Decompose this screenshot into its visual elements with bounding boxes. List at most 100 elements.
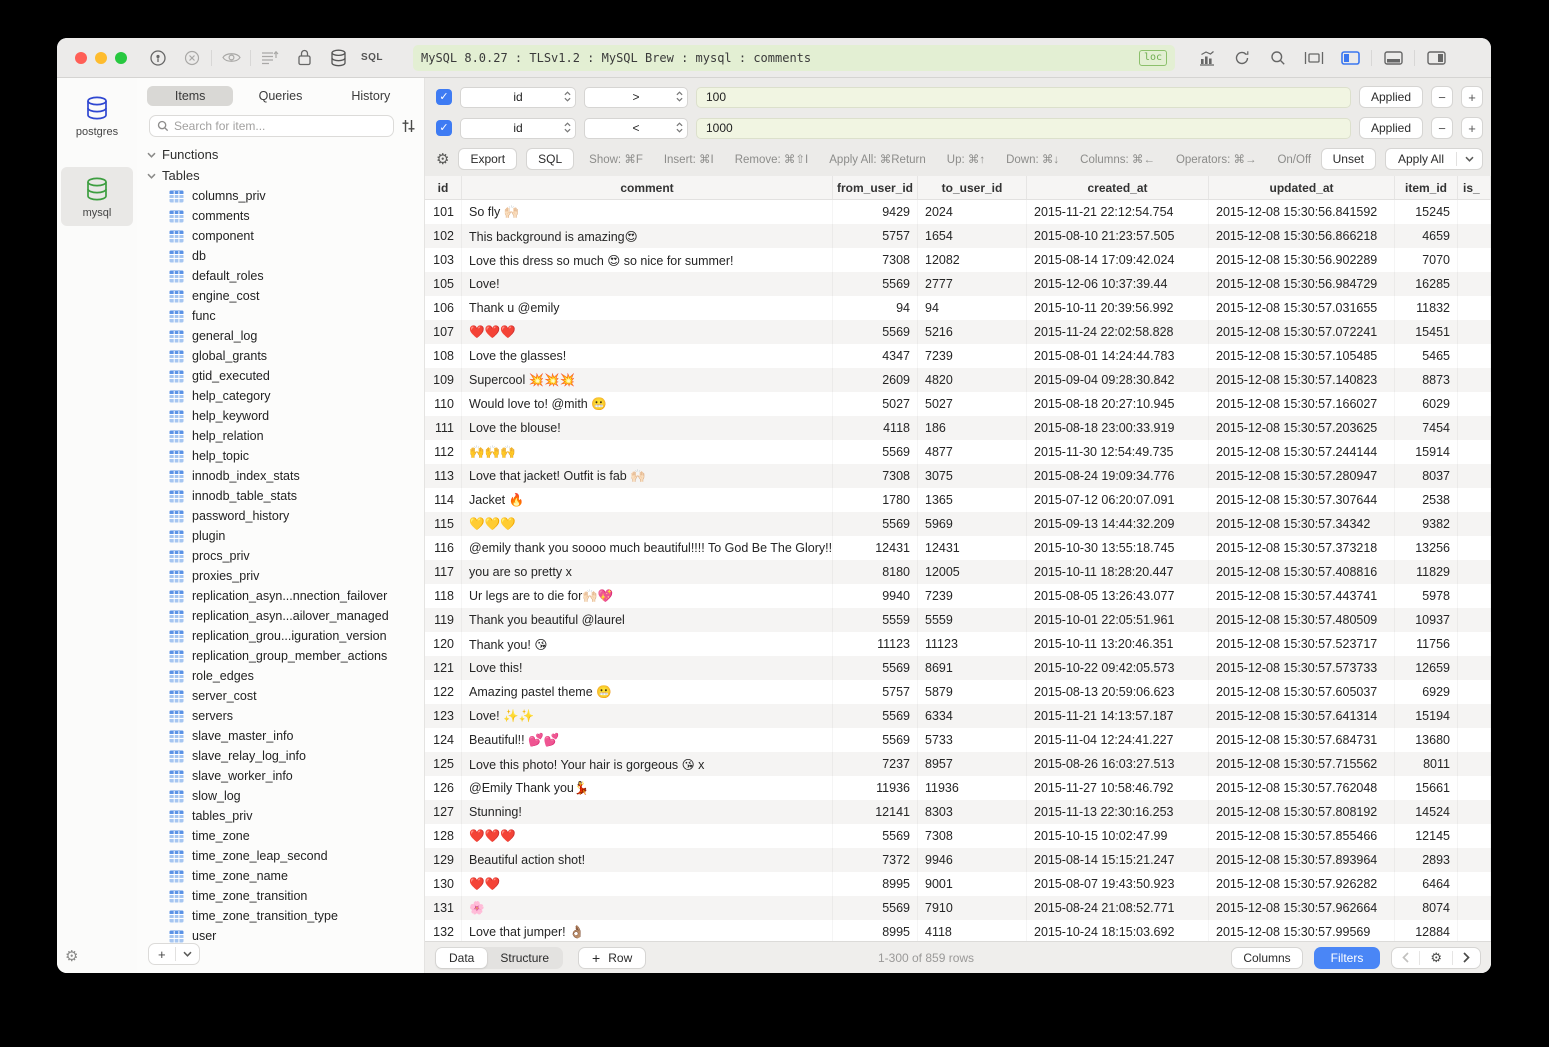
tab-structure[interactable]: Structure (487, 948, 562, 968)
cell-to_user_id[interactable]: 8957 (918, 752, 1027, 776)
table-row[interactable]: 128❤️❤️❤️556973082015-10-15 10:02:47.992… (425, 824, 1491, 848)
filter-column-select[interactable]: id (460, 118, 576, 139)
cell-updated_at[interactable]: 2015-12-08 15:30:56.902289 (1209, 248, 1395, 272)
cell-updated_at[interactable]: 2015-12-08 15:30:56.866218 (1209, 224, 1395, 248)
cell-to_user_id[interactable]: 94 (918, 296, 1027, 320)
cell-item_id[interactable]: 16285 (1395, 272, 1458, 296)
cell-updated_at[interactable]: 2015-12-08 15:30:57.605037 (1209, 680, 1395, 704)
cell-id[interactable]: 121 (425, 656, 462, 680)
cell-created_at[interactable]: 2015-08-05 13:26:43.077 (1027, 584, 1209, 608)
cell-created_at[interactable]: 2015-11-21 22:12:54.754 (1027, 200, 1209, 224)
sidebar-table-replication_grou---iguration_version[interactable]: replication_grou...iguration_version (137, 626, 424, 646)
sidebar-table-component[interactable]: component (137, 226, 424, 246)
filter-enabled-checkbox[interactable]: ✓ (436, 120, 452, 136)
cell-is_[interactable] (1458, 272, 1491, 296)
cell-updated_at[interactable]: 2015-12-08 15:30:57.408816 (1209, 560, 1395, 584)
filter-value-input[interactable]: 1000 (696, 118, 1351, 139)
cell-id[interactable]: 119 (425, 608, 462, 632)
table-row[interactable]: 125Love this photo! Your hair is gorgeou… (425, 752, 1491, 776)
cell-from_user_id[interactable]: 5757 (833, 224, 918, 248)
cell-from_user_id[interactable]: 12431 (833, 536, 918, 560)
sidebar-table-global_grants[interactable]: global_grants (137, 346, 424, 366)
cell-item_id[interactable]: 12659 (1395, 656, 1458, 680)
cell-item_id[interactable]: 11756 (1395, 632, 1458, 656)
cell-item_id[interactable]: 6464 (1395, 872, 1458, 896)
cell-comment[interactable]: Thank you beautiful @laurel (462, 608, 833, 632)
cell-comment[interactable]: Thank you! 😘 (462, 632, 833, 656)
table-row[interactable]: 105Love!556927772015-12-06 10:37:39.4420… (425, 272, 1491, 296)
filter-sliders-icon[interactable] (401, 119, 416, 133)
cell-from_user_id[interactable]: 11123 (833, 632, 918, 656)
cell-from_user_id[interactable]: 9940 (833, 584, 918, 608)
filter-operator-select[interactable]: > (584, 87, 688, 108)
apply-all-button[interactable]: Apply All (1385, 148, 1483, 170)
cell-from_user_id[interactable]: 7237 (833, 752, 918, 776)
tab-queries[interactable]: Queries (237, 86, 323, 106)
search-input[interactable]: Search for item... (149, 115, 394, 137)
cell-item_id[interactable]: 2538 (1395, 488, 1458, 512)
table-row[interactable]: 110Would love to! @mith 😬502750272015-08… (425, 392, 1491, 416)
cell-created_at[interactable]: 2015-07-12 06:20:07.091 (1027, 488, 1209, 512)
filters-button[interactable]: Filters (1314, 947, 1381, 969)
cell-created_at[interactable]: 2015-09-04 09:28:30.842 (1027, 368, 1209, 392)
table-row[interactable]: 109Supercool 💥💥💥260948202015-09-04 09:28… (425, 368, 1491, 392)
cell-to_user_id[interactable]: 4118 (918, 920, 1027, 941)
cell-from_user_id[interactable]: 8180 (833, 560, 918, 584)
sidebar-table-gtid_executed[interactable]: gtid_executed (137, 366, 424, 386)
cell-from_user_id[interactable]: 5559 (833, 608, 918, 632)
cell-is_[interactable] (1458, 320, 1491, 344)
connect-icon[interactable] (141, 45, 175, 71)
cell-is_[interactable] (1458, 800, 1491, 824)
cell-id[interactable]: 131 (425, 896, 462, 920)
cell-item_id[interactable]: 15914 (1395, 440, 1458, 464)
table-row[interactable]: 117you are so pretty x8180120052015-10-1… (425, 560, 1491, 584)
sidebar-table-help_category[interactable]: help_category (137, 386, 424, 406)
cell-is_[interactable] (1458, 416, 1491, 440)
cell-to_user_id[interactable]: 11123 (918, 632, 1027, 656)
cell-comment[interactable]: Stunning! (462, 800, 833, 824)
cell-updated_at[interactable]: 2015-12-08 15:30:57.573733 (1209, 656, 1395, 680)
sidebar-table-slow_log[interactable]: slow_log (137, 786, 424, 806)
sql-query-icon[interactable]: SQL (355, 45, 389, 71)
sidebar-table-slave_relay_log_info[interactable]: slave_relay_log_info (137, 746, 424, 766)
cell-id[interactable]: 126 (425, 776, 462, 800)
cell-from_user_id[interactable]: 9429 (833, 200, 918, 224)
cell-updated_at[interactable]: 2015-12-08 15:30:57.926282 (1209, 872, 1395, 896)
columns-button[interactable]: Columns (1231, 947, 1302, 969)
cell-updated_at[interactable]: 2015-12-08 15:30:57.893964 (1209, 848, 1395, 872)
cell-item_id[interactable]: 7454 (1395, 416, 1458, 440)
cell-updated_at[interactable]: 2015-12-08 15:30:57.641314 (1209, 704, 1395, 728)
cell-is_[interactable] (1458, 728, 1491, 752)
cell-updated_at[interactable]: 2015-12-08 15:30:57.762048 (1209, 776, 1395, 800)
sidebar-table-comments[interactable]: comments (137, 206, 424, 226)
cell-created_at[interactable]: 2015-08-13 20:59:06.623 (1027, 680, 1209, 704)
sidebar-table-replication_asyn---ailover_managed[interactable]: replication_asyn...ailover_managed (137, 606, 424, 626)
cell-item_id[interactable]: 8074 (1395, 896, 1458, 920)
table-row[interactable]: 111Love the blouse!41181862015-08-18 23:… (425, 416, 1491, 440)
cell-to_user_id[interactable]: 5733 (918, 728, 1027, 752)
sidebar-table-innodb_index_stats[interactable]: innodb_index_stats (137, 466, 424, 486)
cell-updated_at[interactable]: 2015-12-08 15:30:57.808192 (1209, 800, 1395, 824)
add-row-button[interactable]: + Row (578, 947, 646, 969)
cell-is_[interactable] (1458, 392, 1491, 416)
sidebar-table-help_keyword[interactable]: help_keyword (137, 406, 424, 426)
cell-from_user_id[interactable]: 5569 (833, 272, 918, 296)
remove-filter-button[interactable]: − (1431, 86, 1453, 108)
cell-created_at[interactable]: 2015-10-24 18:15:03.692 (1027, 920, 1209, 941)
cell-item_id[interactable]: 14524 (1395, 800, 1458, 824)
cell-from_user_id[interactable]: 5757 (833, 680, 918, 704)
filter-column-select[interactable]: id (460, 87, 576, 108)
cell-from_user_id[interactable]: 12141 (833, 800, 918, 824)
table-row[interactable]: 113Love that jacket! Outfit is fab 🙌🏻730… (425, 464, 1491, 488)
cell-comment[interactable]: So fly 🙌🏻 (462, 200, 833, 224)
cell-comment[interactable]: Love that jacket! Outfit is fab 🙌🏻 (462, 464, 833, 488)
column-header-item_id[interactable]: item_id (1395, 176, 1458, 199)
cell-to_user_id[interactable]: 9946 (918, 848, 1027, 872)
cell-id[interactable]: 127 (425, 800, 462, 824)
table-row[interactable]: 126@Emily Thank you💃11936119362015-11-27… (425, 776, 1491, 800)
cell-id[interactable]: 128 (425, 824, 462, 848)
cell-comment[interactable]: Beautiful!! 💕💕 (462, 728, 833, 752)
cell-comment[interactable]: Love the glasses! (462, 344, 833, 368)
connection-postgres[interactable]: postgres (61, 86, 133, 145)
cell-from_user_id[interactable]: 4347 (833, 344, 918, 368)
